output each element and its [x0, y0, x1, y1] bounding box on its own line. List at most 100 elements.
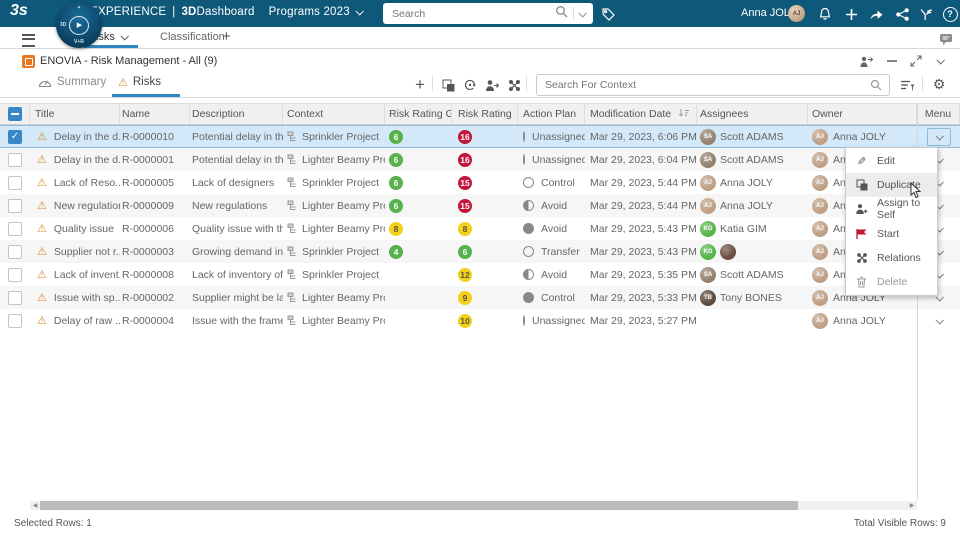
column-header-context[interactable]: Context — [283, 104, 385, 124]
column-header-name[interactable]: Name — [120, 104, 190, 124]
menu-item-assign-to-self[interactable]: Assign to Self — [846, 197, 937, 221]
menu-item-relations[interactable]: Relations — [846, 246, 937, 270]
tab-risks[interactable]: ⚠ Risks — [118, 76, 161, 88]
row-select-cell[interactable] — [0, 240, 30, 263]
column-header-menu: Menu — [917, 104, 960, 124]
row-checkbox[interactable] — [8, 221, 22, 236]
row-select-cell[interactable] — [0, 263, 30, 286]
menu-cell[interactable] — [917, 126, 960, 147]
table-row[interactable]: ⚠ Quality issue R-0000006 Quality issue wit… — [0, 217, 960, 240]
table-row[interactable]: ✓ ⚠ Delay in the d... R-0000010 Potential de… — [0, 125, 960, 148]
column-header-risk-rating[interactable]: Risk Rating — [452, 104, 518, 124]
search-icon[interactable] — [870, 79, 882, 91]
row-select-cell[interactable]: ✓ — [0, 126, 30, 147]
table-row[interactable]: ⚠ Delay of raw ... R-0000004 Issue with the… — [0, 309, 960, 332]
column-header-title[interactable]: Title — [30, 104, 120, 124]
notifications-bell-icon[interactable] — [817, 6, 833, 22]
menu-item-start[interactable]: Start — [846, 222, 937, 246]
row-checkbox[interactable] — [8, 152, 22, 167]
menu-item-duplicate[interactable]: Duplicate — [846, 173, 937, 198]
menu-item-delete[interactable]: Delete — [846, 270, 937, 294]
tag-icon[interactable] — [600, 6, 616, 22]
relations-icon — [855, 252, 868, 264]
global-search[interactable] — [383, 3, 593, 24]
tab-summary[interactable]: Summary — [38, 76, 106, 88]
hamburger-menu-icon[interactable] — [22, 34, 35, 47]
risk-rating-badge: 10 — [458, 313, 472, 328]
row-checkbox[interactable] — [8, 198, 22, 213]
row-menu-button[interactable] — [928, 313, 950, 329]
row-select-cell[interactable] — [0, 309, 30, 332]
share-widget-icon[interactable] — [858, 54, 874, 68]
3ds-logo[interactable]: 3s — [10, 2, 28, 20]
row-select-cell[interactable] — [0, 217, 30, 240]
row-checkbox[interactable] — [8, 313, 22, 328]
action-plan-state-icon — [523, 269, 534, 280]
context-search[interactable] — [536, 74, 890, 96]
table-row[interactable]: ⚠ Supplier not r... R-0000003 Growing deman… — [0, 240, 960, 263]
dashboard-chevron-icon[interactable] — [355, 7, 364, 16]
maximize-widget-icon[interactable] — [908, 54, 924, 68]
tools-button[interactable] — [506, 77, 522, 93]
table-row[interactable]: ⚠New regulationsR-0000009 New regulations… — [0, 194, 960, 217]
search-scope-chevron-icon[interactable] — [578, 8, 587, 18]
row-checkbox[interactable] — [8, 267, 22, 282]
column-header-modification-date[interactable]: Modification Date — [585, 104, 697, 124]
table-row[interactable]: ⚠ Lack of Reso... R-0000005 Lack of designe… — [0, 171, 960, 194]
row-checkbox[interactable]: ✓ — [8, 129, 22, 144]
context-search-input[interactable] — [537, 78, 870, 92]
h-scrollbar-thumb[interactable] — [40, 501, 798, 510]
select-all-checkbox-cell[interactable] — [0, 104, 30, 124]
widget-menu-chevron-icon[interactable] — [932, 54, 948, 68]
global-search-input[interactable] — [383, 7, 555, 20]
assign-button[interactable] — [484, 77, 500, 93]
share-arrow-icon[interactable] — [868, 6, 884, 22]
dashboard-name[interactable]: Programs 2023 — [269, 6, 350, 18]
3dswym-icon[interactable] — [918, 6, 934, 22]
scroll-right-arrow[interactable]: ▶ — [907, 501, 917, 510]
row-checkbox[interactable] — [8, 175, 22, 190]
top-bar: 3s 3DEXPERIENCE | 3DDashboard Programs 2… — [0, 0, 960, 27]
row-select-cell[interactable] — [0, 194, 30, 217]
column-header-owner[interactable]: Owner — [808, 104, 917, 124]
menu-cell[interactable] — [917, 309, 960, 332]
add-content-icon[interactable] — [843, 6, 859, 22]
risk-type-icon: ⚠ — [37, 176, 47, 189]
column-header-description[interactable]: Description — [190, 104, 283, 124]
table-row[interactable]: ⚠ Issue with sp... R-0000002 Supplier might… — [0, 286, 960, 309]
select-all-checkbox[interactable] — [7, 107, 22, 121]
row-select-cell[interactable] — [0, 171, 30, 194]
settings-gear-icon[interactable]: ⚙ — [931, 77, 947, 93]
minimize-widget-icon[interactable] — [884, 54, 900, 68]
duplicate-button[interactable] — [440, 77, 456, 93]
widget-title: ENOVIA - Risk Management - All (9) — [40, 55, 218, 67]
assignees-cell: KG — [697, 240, 808, 263]
menu-item-edit[interactable]: ✎ Edit — [846, 149, 937, 173]
column-header-risk-rating-goal[interactable]: Risk Rating Goal — [385, 104, 452, 124]
row-checkbox[interactable] — [8, 244, 22, 259]
row-select-cell[interactable] — [0, 286, 30, 309]
help-icon[interactable]: ? — [942, 6, 958, 22]
row-select-cell[interactable] — [0, 148, 30, 171]
search-icon[interactable] — [555, 5, 568, 23]
horizontal-scrollbar[interactable]: ◀ ▶ — [30, 501, 917, 510]
sort-descending-icon[interactable] — [678, 108, 690, 121]
column-header-action-plan[interactable]: Action Plan — [518, 104, 585, 124]
table-row[interactable]: ⚠Lack of invent...R-0000008 Lack of inven… — [0, 263, 960, 286]
share-network-icon[interactable] — [894, 6, 910, 22]
risk-type-icon: ⚠ — [37, 291, 47, 304]
create-risk-button[interactable]: + — [412, 75, 428, 94]
compass-play-icon[interactable]: ▶ — [69, 15, 89, 35]
column-header-assignees[interactable]: Assignees — [697, 104, 808, 124]
table-row[interactable]: ⚠ Delay in the d... R-0000001 Potential del… — [0, 148, 960, 171]
scroll-left-arrow[interactable]: ◀ — [30, 501, 40, 510]
3dcompass[interactable]: ▶ 3D V+R ✦ — [56, 2, 102, 48]
tab-classification[interactable]: Classification — [160, 31, 225, 43]
filter-button[interactable] — [899, 77, 915, 93]
add-tab-button[interactable]: + — [222, 28, 231, 45]
row-checkbox[interactable] — [8, 290, 22, 305]
comments-icon[interactable] — [938, 31, 954, 47]
row-menu-button[interactable] — [926, 127, 951, 146]
refresh-button[interactable] — [462, 77, 478, 93]
user-avatar[interactable]: AJ — [788, 5, 805, 22]
